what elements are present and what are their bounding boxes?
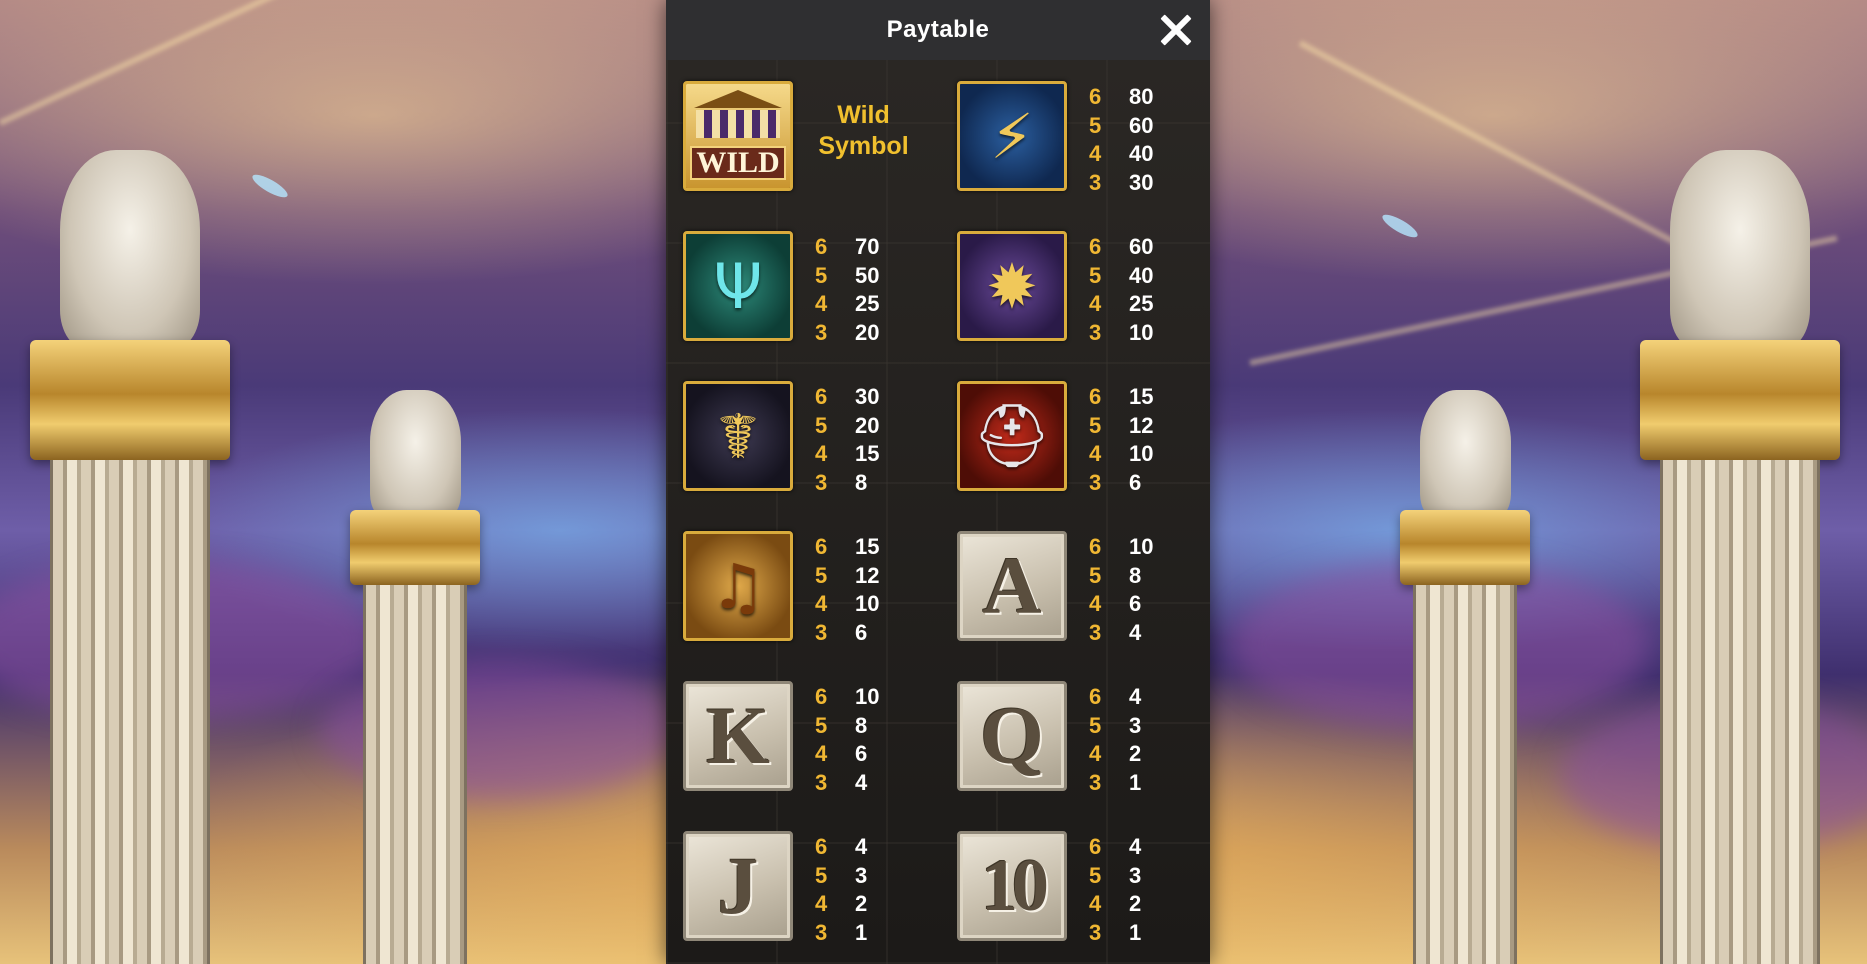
payout-row: 36: [1089, 469, 1142, 495]
paytable-entry-wild: WILD Wild Symbol: [666, 60, 936, 191]
owl-shield-icon: ✹: [957, 231, 1067, 341]
trident-icon: Ψ: [683, 231, 793, 341]
column-right-small: [1400, 390, 1530, 964]
paytable-panel: Paytable WILD Wild Symbol ⚡ 680 5 60 4 4…: [666, 0, 1210, 964]
spartan-helmet-icon: ⛑: [957, 381, 1067, 491]
payout-list: 6 60 5 40 4 25 3 10: [1089, 233, 1153, 347]
payout-row: 58: [1089, 562, 1142, 588]
close-icon[interactable]: [1156, 10, 1196, 50]
payout-row: 5 60: [1089, 112, 1154, 138]
wild-symbol-label: Wild Symbol: [818, 101, 909, 160]
paytable-entry: Q 64 53 42 31: [940, 660, 1210, 795]
payout-row: 58: [815, 712, 868, 738]
payout-row: 6 10: [1089, 534, 1154, 560]
bird: [1379, 210, 1421, 242]
lyre-icon: ♫: [683, 531, 793, 641]
payout-list: 6 15 5 12 4 10 36: [815, 533, 879, 647]
payout-row: 4 15: [815, 441, 880, 467]
payout-row: 31: [815, 919, 868, 945]
letter-k-icon: K: [683, 681, 793, 791]
paytable-entry: ⛑ 6 15 5 12 4 10 36: [940, 360, 1210, 495]
payout-row: 53: [1089, 862, 1142, 888]
page-title: Paytable: [886, 16, 990, 43]
payout-row: 4 10: [1089, 441, 1154, 467]
zeus-fist-lightning-icon: ⚡: [957, 81, 1067, 191]
payout-row: 4 25: [1089, 291, 1154, 317]
paytable-entry: 10 64 53 42 31: [940, 810, 1210, 945]
payout-row: 42: [1089, 891, 1142, 917]
payout-row: 42: [815, 891, 868, 917]
payout-row: 5 50: [815, 262, 880, 288]
payout-row: 53: [1089, 712, 1142, 738]
paytable-entry: ♫ 6 15 5 12 4 10 36: [666, 510, 936, 645]
payout-row: 46: [1089, 591, 1142, 617]
payout-row: 6 15: [1089, 384, 1154, 410]
paytable-entry: A 6 10 58 46 34: [940, 510, 1210, 645]
wild-temple-icon: WILD: [683, 81, 793, 191]
payout-list: 64 53 42 31: [1089, 833, 1141, 947]
light-ray: [0, 0, 382, 126]
payout-list: 6 80 5 60 4 40 3 30: [1089, 83, 1153, 197]
payout-list: 6 10 58 46 34: [815, 683, 879, 797]
column-left-large: [30, 150, 230, 964]
letter-q-icon: Q: [957, 681, 1067, 791]
payout-row: 53: [815, 862, 868, 888]
wild-tile-text: WILD: [690, 146, 786, 180]
payout-row: 6 80: [1089, 84, 1154, 110]
payout-list: 6 70 5 50 4 25 3 20: [815, 233, 879, 347]
payout-row: 6 10: [815, 684, 880, 710]
payout-list: 6 15 5 12 4 10 36: [1089, 383, 1153, 497]
payout-row: 4 40: [1089, 141, 1154, 167]
column-left-small: [350, 390, 480, 964]
payout-row: 6 30: [815, 384, 880, 410]
payout-list: 64 53 42 31: [1089, 683, 1141, 797]
payout-row: 4 10: [815, 591, 880, 617]
payout-row: 4 25: [815, 291, 880, 317]
payout-row: 42: [1089, 741, 1142, 767]
paytable-header: Paytable: [666, 0, 1210, 60]
paytable-entry: ⚡ 6 80 5 60 4 40 3 30: [940, 60, 1210, 195]
paytable-entry: J 64 53 42 31: [666, 810, 936, 945]
payout-row: 3 10: [1089, 319, 1154, 345]
number-ten-icon: 10: [957, 831, 1067, 941]
payout-row: 5 40: [1089, 262, 1154, 288]
payout-row: 6 70: [815, 234, 880, 260]
payout-row: 38: [815, 469, 868, 495]
paytable-entry: Ψ 6 70 5 50 4 25 3 20: [666, 210, 936, 345]
payout-row: 46: [815, 741, 868, 767]
payout-row: 64: [1089, 684, 1142, 710]
payout-list: 64 53 42 31: [815, 833, 867, 947]
payout-row: 5 20: [815, 412, 880, 438]
payout-row: 34: [1089, 619, 1142, 645]
payout-row: 64: [815, 834, 868, 860]
payout-row: 6 60: [1089, 234, 1154, 260]
payout-row: 31: [1089, 919, 1142, 945]
payout-list: 6 30 5 20 4 15 38: [815, 383, 879, 497]
payout-row: 31: [1089, 769, 1142, 795]
column-right-large: [1640, 150, 1840, 964]
paytable-entry: ✹ 6 60 5 40 4 25 3 10: [940, 210, 1210, 345]
payout-row: 3 20: [815, 319, 880, 345]
paytable-entry: ☤ 6 30 5 20 4 15 38: [666, 360, 936, 495]
bird: [249, 170, 291, 202]
payout-row: 6 15: [815, 534, 880, 560]
payout-row: 5 12: [1089, 412, 1154, 438]
payout-row: 34: [815, 769, 868, 795]
letter-a-icon: A: [957, 531, 1067, 641]
payout-row: 36: [815, 619, 868, 645]
caduceus-icon: ☤: [683, 381, 793, 491]
payout-list: 6 10 58 46 34: [1089, 533, 1153, 647]
letter-j-icon: J: [683, 831, 793, 941]
payout-row: 64: [1089, 834, 1142, 860]
paytable-entry: K 6 10 58 46 34: [666, 660, 936, 795]
payout-row: 5 12: [815, 562, 880, 588]
payout-row: 3 30: [1089, 169, 1154, 195]
